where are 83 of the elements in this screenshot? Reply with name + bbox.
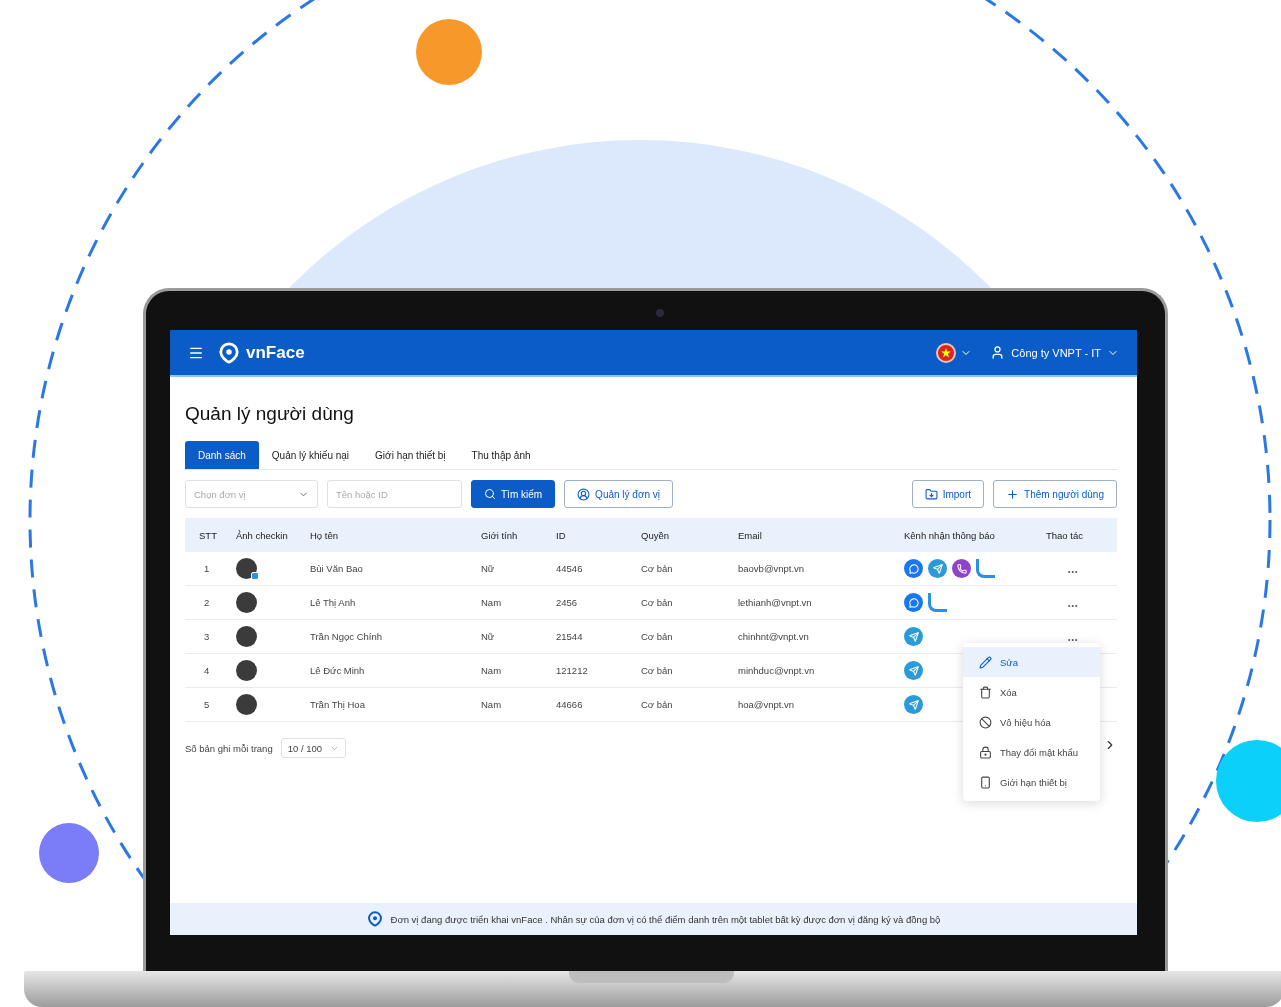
lock-icon [979,745,992,759]
table-cell-text: 5 [203,699,211,710]
table-cell-text: Nam [481,665,503,676]
telegram-logo-icon [904,695,923,714]
menu-item[interactable]: Sửa [963,647,1100,677]
status-badge [251,572,259,580]
telegram-logo-icon [928,559,947,578]
table-cell-text: Nữ [481,563,496,574]
table-cell-text: Bùi Văn Bao [310,563,364,574]
table-cell-text: 44546 [556,563,584,574]
column-header: STT [198,529,218,541]
table-cell-text: 2 [203,597,211,608]
table-cell-text: 21544 [556,631,584,642]
column-header: Kênh nhận thông báo [904,529,996,541]
tab[interactable]: Quản lý khiếu nại [258,441,363,469]
table-cell-text: 44666 [556,699,584,710]
account-name[interactable]: Công ty VNPT - IT [1011,346,1101,359]
table-cell-text: baovb@vnpt.vn [738,563,806,574]
decorative-dot [39,823,99,883]
plus-icon [1006,487,1020,501]
table-cell-text: 4 [203,665,211,676]
add-user-button[interactable]: Thêm người dùng [993,480,1117,508]
column-header: Email [738,529,763,541]
menu-item[interactable]: Xóa [963,677,1100,707]
page-size-select[interactable]: 10 / 100 [280,738,346,758]
menu-item[interactable]: Giới hạn thiết bị [963,767,1100,797]
table-cell-text: 1 [203,563,211,574]
user-icon [990,345,1006,360]
table-cell-text: Cơ bản [641,597,674,608]
search-icon [484,488,496,500]
logo-icon [366,911,383,927]
table-cell-text: 121212 [556,665,589,676]
table-cell-text: Trần Thị Hoa [310,699,366,710]
table-cell-text: lethianh@vnpt.vn [738,597,813,608]
table-cell-text: Cơ bản [641,563,674,574]
table-cell-text: Lê Đức Minh [310,665,366,676]
column-header: Quyền [641,529,670,541]
user-circle-icon [577,487,591,501]
decorative-dot [416,19,482,85]
table-cell-text: Nam [481,597,503,608]
tab[interactable]: Thu thập ảnh [458,441,544,469]
notice-text: Đơn vị đang được triển khai vnFace . Nhân sự của đơn vị có thể điểm danh trên một tablet bất kỳ được đơn vị đăng ký và đồng bộ [390,913,941,925]
table-cell-text: Cơ bản [641,699,674,710]
table-cell-text: 2456 [556,597,579,608]
flag-icon[interactable] [936,342,957,363]
trash-icon [979,685,992,699]
search-button[interactable]: Tìm kiếm [471,480,556,508]
page-size-label: Số bản ghi mỗi trang [185,742,273,754]
phone-icon [979,775,992,789]
tab[interactable]: Giới hạn thiết bị [362,441,459,469]
table-cell-text: Nữ [481,631,496,642]
logo-icon [218,341,240,364]
ban-icon [979,715,992,729]
table-cell-text: Nam [481,699,503,710]
menu-item[interactable]: Vô hiệu hóa [963,707,1100,737]
search-field[interactable]: Tên hoặc ID [327,480,462,508]
column-header: Thao tác [1046,529,1084,541]
import-button[interactable]: Import [911,480,985,508]
logo-text: vnFace [246,342,305,363]
table-cell-text: hoa@vnpt.vn [738,699,796,710]
viber-logo-icon [952,559,971,578]
telegram-logo-icon [904,661,923,680]
page-title: Quản lý người dùng [185,403,355,425]
menu-item[interactable]: Thay đổi mật khẩu [963,737,1100,767]
pencil-icon [979,655,992,669]
table-cell-text: Cơ bản [641,631,674,642]
table-cell-text: 3 [203,631,211,642]
table-cell-text: Lê Thị Anh [310,597,357,608]
table-cell-text: Cơ bản [641,665,674,676]
column-header: Họ tên [310,529,339,541]
folder-icon [924,487,938,501]
table-cell-text: chinhnt@vnpt.vn [738,631,810,642]
column-header: Giới tính [481,529,519,541]
messenger-logo-icon [904,559,923,578]
table-cell-text: Trần Ngọc Chính [310,631,383,642]
table-cell-text: minhduc@vnpt.vn [738,665,816,676]
camera-icon [655,309,664,317]
tab[interactable]: Danh sách [185,441,259,469]
telegram-logo-icon [904,627,923,646]
column-header: Ảnh checkin [236,529,289,541]
manage-units-button[interactable]: Quản lý đơn vị [564,480,674,508]
column-header: ID [556,529,567,541]
messenger-logo-icon [904,593,923,612]
